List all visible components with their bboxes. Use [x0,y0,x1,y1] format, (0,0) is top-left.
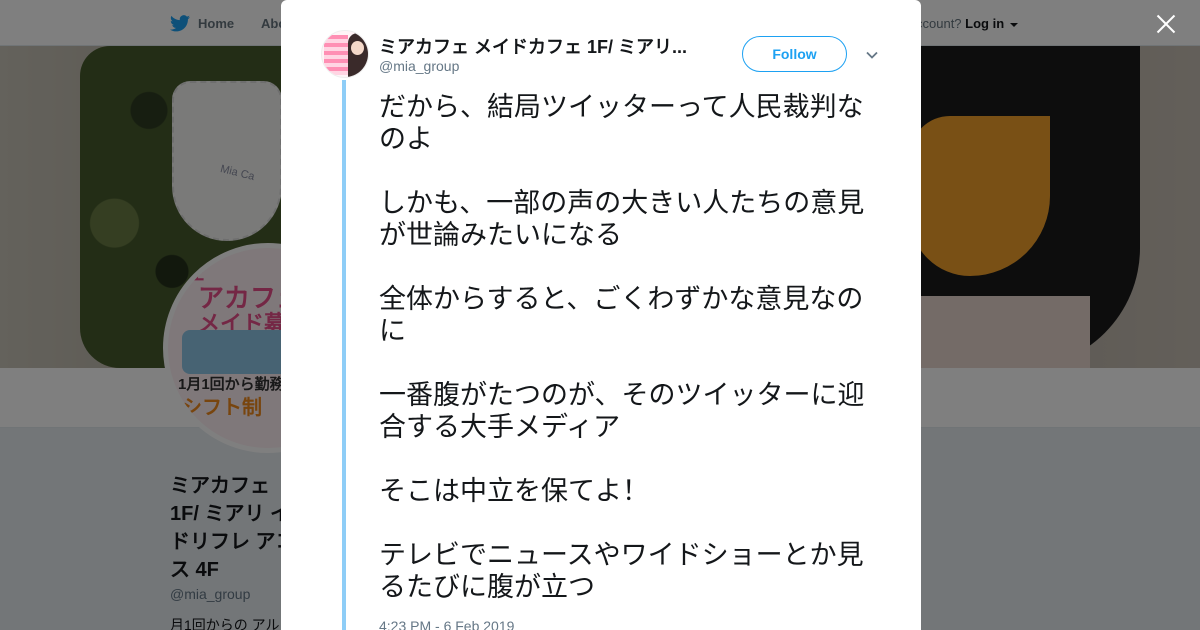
follow-button[interactable]: Follow [742,36,847,72]
author-avatar[interactable] [321,30,369,78]
avatar-face [351,41,364,55]
close-icon[interactable] [1152,10,1180,38]
author-handle[interactable]: @mia_group [379,58,459,74]
author-name[interactable]: ミアカフェ メイドカフェ 1F/ ミアリ... [379,33,699,59]
avatar-hair [348,33,368,77]
tweet-modal: ミアカフェ メイドカフェ 1F/ ミアリ... @mia_group Follo… [281,0,921,630]
chevron-down-icon[interactable] [865,48,879,62]
thread-line [342,80,346,630]
tweet-text: だから、結局ツイッターって人民裁判なのよ しかも、一部の声の大きい人たちの意見が… [379,92,865,603]
tweet-timestamp[interactable]: 4:23 PM - 6 Feb 2019 [379,618,514,630]
avatar-pink-poster [324,35,348,75]
